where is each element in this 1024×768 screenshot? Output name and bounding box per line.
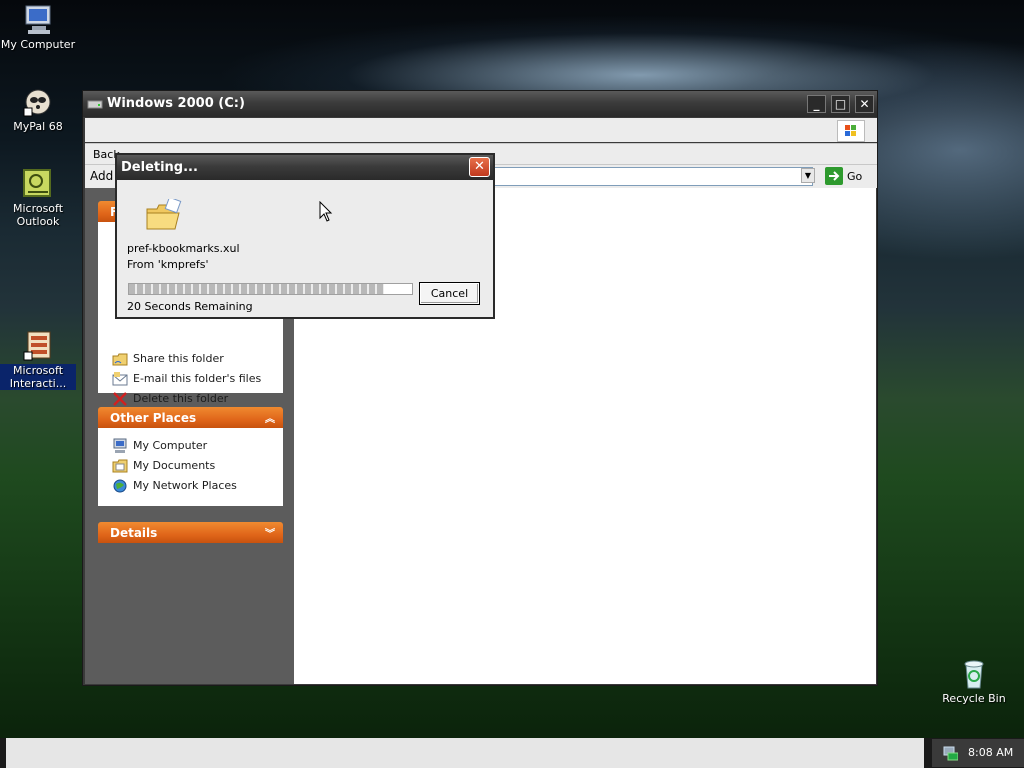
desktop-icon-label: MyPal 68 xyxy=(13,120,63,133)
go-arrow-icon xyxy=(825,167,843,188)
place-label: My Computer xyxy=(133,439,208,452)
desktop-icon-interactive[interactable]: Microsoft Interacti... xyxy=(0,330,76,390)
address-dropdown-button[interactable]: ▼ xyxy=(801,168,815,183)
dialog-titlebar[interactable]: Deleting... ✕ xyxy=(117,155,493,180)
network-places-icon xyxy=(112,478,128,494)
deleting-source: From 'kmprefs' xyxy=(127,258,209,271)
expand-chevron-icon[interactable]: ︾ xyxy=(265,525,275,540)
desktop-icon-label: My Computer xyxy=(0,38,76,51)
cancel-button[interactable]: Cancel xyxy=(419,282,480,305)
windows-logo-icon xyxy=(837,120,865,142)
task-label: Delete this folder xyxy=(133,392,229,405)
desktop-icon-mypal[interactable]: MyPal 68 xyxy=(0,86,76,133)
other-places-panel: My Computer My Documents My Network Plac… xyxy=(98,428,283,506)
minimize-button[interactable]: _ xyxy=(807,95,826,113)
deleting-dialog: Deleting... ✕ pref-kbookmarks.xul From '… xyxy=(115,153,495,319)
other-places-title: Other Places xyxy=(110,411,197,425)
task-label: Share this folder xyxy=(133,352,224,365)
outlook-icon xyxy=(22,168,54,200)
go-label: Go xyxy=(847,170,863,183)
desktop-icon-outlook[interactable]: Microsoft Outlook xyxy=(0,168,76,228)
delete-x-icon xyxy=(112,391,128,407)
task-label: E-mail this folder's files xyxy=(133,372,262,385)
progress-fill xyxy=(129,284,384,294)
other-places-header[interactable]: Other Places ︽ xyxy=(98,407,283,428)
interactive-icon xyxy=(22,330,54,362)
my-documents-icon xyxy=(112,458,128,474)
collapse-chevron-icon[interactable]: ︽ xyxy=(265,410,275,425)
tray-network-icon[interactable] xyxy=(942,745,959,764)
time-remaining: 20 Seconds Remaining xyxy=(127,300,253,313)
my-computer-icon xyxy=(22,4,54,36)
place-label: My Documents xyxy=(133,459,216,472)
desktop-icon-label: Microsoft Outlook xyxy=(12,202,64,228)
details-header[interactable]: Details ︾ xyxy=(98,522,283,543)
clock[interactable]: 8:08 AM xyxy=(968,746,1013,759)
flying-folder-icon xyxy=(145,196,183,234)
window-title: Windows 2000 (C:) xyxy=(107,96,245,111)
address-label: Add xyxy=(90,169,114,183)
taskbar-band[interactable] xyxy=(6,738,924,768)
desktop-icon-label: Microsoft Interacti... xyxy=(0,364,76,390)
address-input[interactable] xyxy=(493,167,813,186)
mypal-icon xyxy=(22,86,54,118)
maximize-button[interactable]: □ xyxy=(831,95,850,113)
drive-icon xyxy=(87,98,103,113)
dialog-close-button[interactable]: ✕ xyxy=(469,157,490,177)
deleting-file-name: pref-kbookmarks.xul xyxy=(127,242,240,255)
email-icon xyxy=(112,371,128,387)
taskbar: 8:08 AM xyxy=(0,738,1024,768)
system-tray: 8:08 AM xyxy=(932,739,1024,767)
details-title: Details xyxy=(110,526,158,540)
desktop-icon-label: Recycle Bin xyxy=(942,692,1006,705)
window-titlebar[interactable]: Windows 2000 (C:) _ □ ✕ xyxy=(83,91,877,117)
recycle-bin-icon xyxy=(958,658,990,690)
desktop-icon-my-computer[interactable]: My Computer xyxy=(0,4,76,51)
dialog-title: Deleting... xyxy=(121,160,198,175)
share-folder-icon xyxy=(112,351,128,367)
close-button[interactable]: ✕ xyxy=(855,95,874,113)
my-computer-icon xyxy=(112,438,128,454)
go-button[interactable]: Go xyxy=(825,167,865,185)
menu-bar xyxy=(85,118,877,142)
delete-progress-bar xyxy=(128,283,413,295)
place-label: My Network Places xyxy=(133,479,237,492)
desktop-icon-recycle-bin[interactable]: Recycle Bin xyxy=(936,658,1012,705)
